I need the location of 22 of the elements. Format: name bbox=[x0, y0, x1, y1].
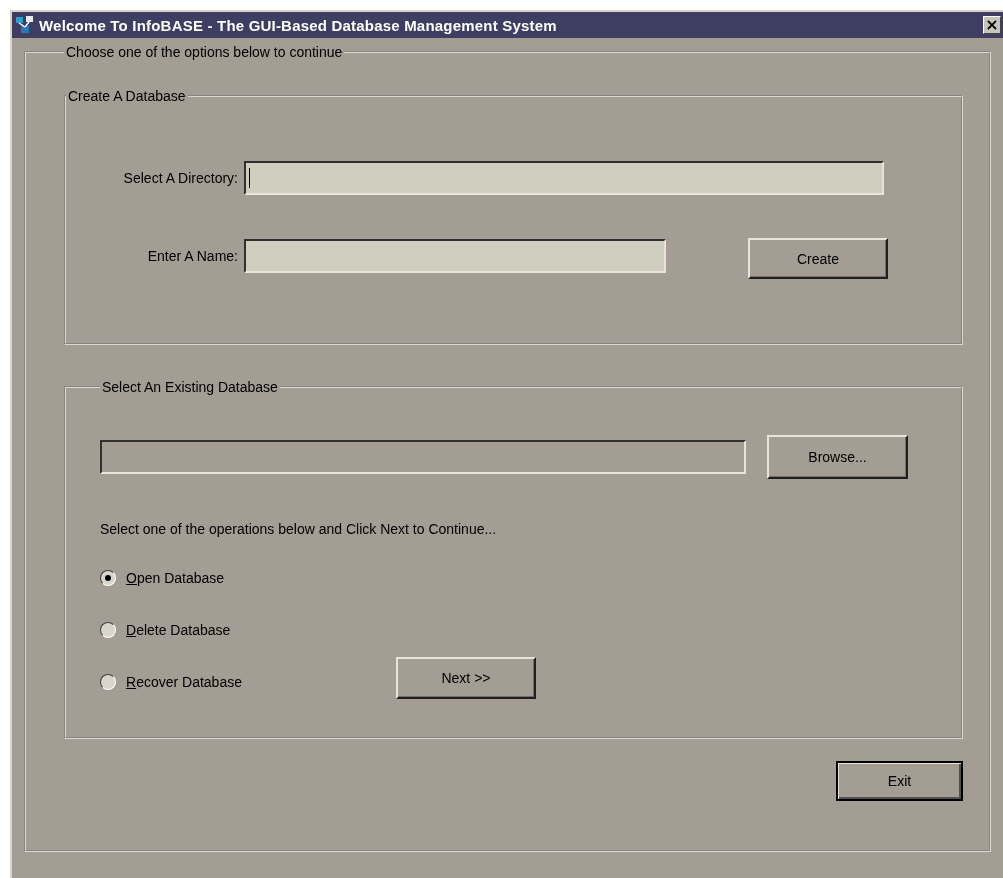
path-field[interactable] bbox=[100, 440, 746, 474]
group-legend: Choose one of the options below to continue bbox=[64, 44, 345, 60]
group-legend: Create A Database bbox=[66, 88, 188, 104]
instruction-text: Select one of the operations below and Click Next to Continue... bbox=[100, 521, 498, 537]
radio-label[interactable]: Delete Database bbox=[126, 622, 231, 638]
browse-button[interactable]: Browse... bbox=[767, 435, 908, 479]
field-label: Select A Directory: bbox=[122, 170, 239, 186]
exit-button[interactable]: Exit bbox=[836, 761, 963, 801]
app-icon bbox=[15, 15, 35, 35]
field-label: Enter A Name: bbox=[146, 247, 239, 264]
close-button[interactable]: × bbox=[983, 16, 1001, 34]
radio-label[interactable]: Recover Database bbox=[126, 674, 242, 690]
radio-button[interactable] bbox=[100, 674, 116, 690]
create-button[interactable]: Create bbox=[748, 238, 888, 279]
window-title: Welcome To InfoBASE - The GUI-Based Database Management System bbox=[39, 16, 558, 34]
next-button[interactable]: Next >> bbox=[395, 657, 536, 699]
radio-button[interactable] bbox=[100, 570, 116, 586]
radio-label[interactable]: Open Database bbox=[126, 570, 225, 586]
radio-button[interactable] bbox=[100, 622, 116, 638]
name-field[interactable] bbox=[244, 238, 666, 273]
group-legend: Select An Existing Database bbox=[100, 379, 280, 395]
directory-field[interactable] bbox=[244, 161, 884, 195]
